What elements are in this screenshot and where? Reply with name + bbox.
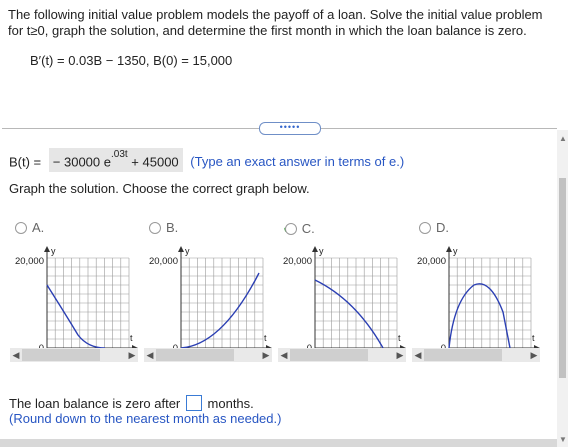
radio-c[interactable]: [284, 222, 297, 235]
grid: [46, 257, 130, 349]
scroll-thumb[interactable]: [559, 178, 566, 378]
graph-c-scrollbar[interactable]: ◀ ▶: [278, 348, 406, 362]
x-axis-label: t: [398, 333, 401, 343]
scroll-left-icon[interactable]: ◀: [278, 348, 290, 362]
answer-hint: (Type an exact answer in terms of e.): [190, 154, 405, 170]
answer-part1: − 30000 e: [52, 154, 111, 170]
scroll-right-icon[interactable]: ▶: [394, 348, 406, 362]
y-tick-label: 20,000: [283, 256, 312, 267]
y-axis-label: y: [319, 246, 324, 256]
radio-a[interactable]: [15, 221, 27, 234]
solution-curve: [180, 272, 260, 349]
answer-part2: + 45000: [131, 154, 179, 170]
graph-c: yt20,0000: [283, 246, 406, 354]
graph-b-scrollbar[interactable]: ◀ ▶: [144, 348, 272, 362]
y-arrow-icon: [178, 246, 184, 252]
answer-line: B(t) = − 30000 e.03t + 45000 (Type an ex…: [9, 148, 405, 173]
y-tick-label: 20,000: [15, 256, 44, 267]
loan-before: The loan balance is zero after: [9, 396, 181, 411]
option-a[interactable]: A.: [15, 220, 44, 235]
y-axis-label: y: [453, 246, 458, 256]
answer-exponent: .03t: [110, 149, 128, 160]
bottom-scrollbar[interactable]: [0, 439, 557, 447]
scroll-left-icon[interactable]: ◀: [10, 348, 22, 362]
y-arrow-icon: [312, 246, 318, 252]
answer-lhs: B(t) =: [9, 154, 42, 170]
option-c[interactable]: ✔ C.: [283, 220, 315, 237]
option-d[interactable]: D.: [419, 220, 449, 235]
scroll-right-icon[interactable]: ▶: [126, 348, 138, 362]
scroll-up-icon[interactable]: ▲: [559, 134, 567, 143]
option-b[interactable]: B.: [149, 220, 178, 235]
y-arrow-icon: [44, 246, 50, 252]
scroll-down-icon[interactable]: ▼: [559, 435, 567, 444]
solution-curve: [448, 283, 511, 349]
y-tick-label: 20,000: [149, 256, 178, 267]
radio-b[interactable]: [149, 221, 161, 234]
problem-text: The following initial value problem mode…: [8, 7, 543, 38]
option-a-label: A.: [32, 220, 45, 235]
graph-question: Graph the solution. Choose the correct g…: [9, 181, 310, 196]
grid: [314, 257, 398, 349]
loan-question: The loan balance is zero after months.: [9, 395, 254, 411]
expand-button[interactable]: •••••: [259, 122, 321, 135]
initial-value-problem: B′(t) = 0.03B − 1350, B(0) = 15,000: [30, 53, 233, 68]
round-hint: (Round down to the nearest month as need…: [9, 411, 282, 426]
vertical-scrollbar[interactable]: ▲ ▼: [557, 130, 568, 447]
answer-box[interactable]: − 30000 e.03t + 45000: [48, 148, 183, 173]
solution-curve: [314, 279, 384, 349]
y-arrow-icon: [446, 246, 452, 252]
grid: [180, 257, 264, 349]
graph-a: yt20,0000: [15, 246, 138, 354]
option-d-label: D.: [436, 220, 449, 235]
scroll-left-icon[interactable]: ◀: [144, 348, 156, 362]
radio-d[interactable]: [419, 221, 431, 234]
graph-b: yt20,0000: [149, 246, 272, 354]
option-b-label: B.: [166, 220, 179, 235]
months-input[interactable]: [185, 395, 202, 411]
graph-a-scrollbar[interactable]: ◀ ▶: [10, 348, 138, 362]
graph-d-scrollbar[interactable]: ◀ ▶: [412, 348, 540, 362]
y-tick-label: 20,000: [417, 256, 446, 267]
graph-d: yt20,0000: [417, 246, 540, 354]
scroll-right-icon[interactable]: ▶: [528, 348, 540, 362]
x-axis-label: t: [532, 333, 535, 343]
grid: [448, 257, 532, 349]
x-axis-label: t: [264, 333, 267, 343]
option-c-label: C.: [301, 221, 315, 236]
x-axis-label: t: [130, 333, 133, 343]
loan-after: months.: [207, 396, 254, 411]
scroll-right-icon[interactable]: ▶: [260, 348, 272, 362]
y-axis-label: y: [51, 246, 56, 256]
scroll-left-icon[interactable]: ◀: [412, 348, 424, 362]
y-axis-label: y: [185, 246, 190, 256]
